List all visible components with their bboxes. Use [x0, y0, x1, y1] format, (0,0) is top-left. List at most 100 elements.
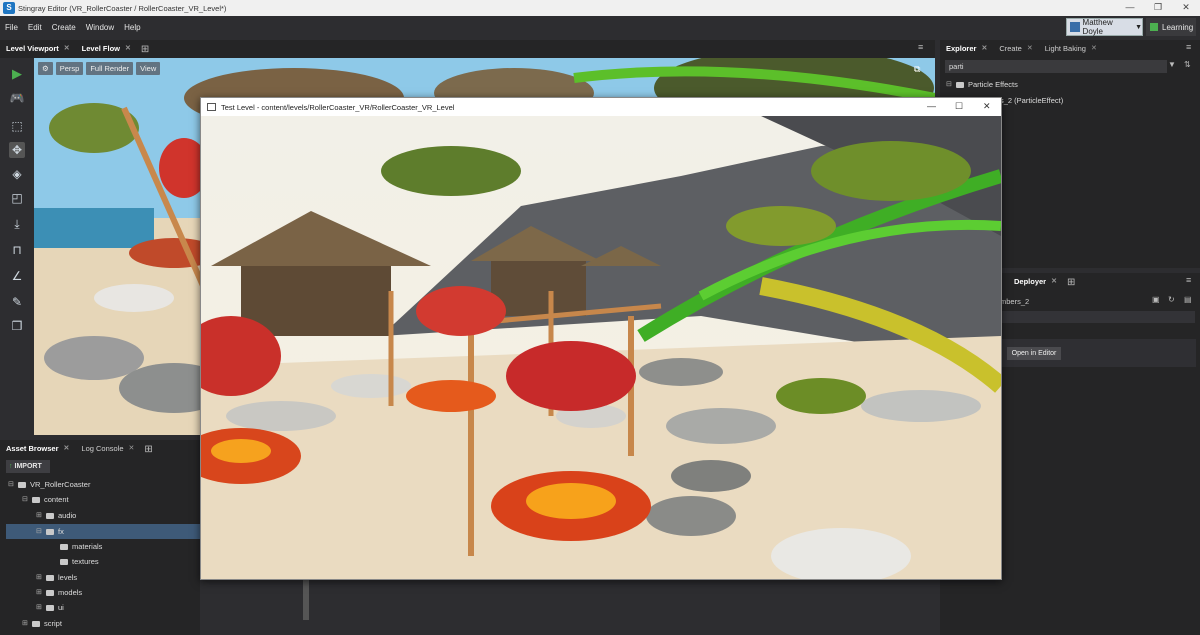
scale-tool-icon[interactable]: ◰ [9, 190, 25, 206]
tree-item-textures[interactable]: textures [50, 554, 99, 569]
test-level-window[interactable]: Test Level - content/levels/RollerCoaste… [200, 97, 1002, 580]
user-avatar-icon [1070, 22, 1080, 32]
close-tab-icon[interactable]: ✕ [981, 40, 987, 58]
tree-item-label: materials [72, 542, 103, 551]
collapse-icon[interactable]: ⊟ [22, 492, 30, 507]
tree-item-label: models [58, 588, 83, 597]
tree-item-script[interactable]: ⊞ script [22, 616, 62, 631]
minimize-icon[interactable]: — [1116, 0, 1144, 16]
collapse-icon[interactable]: ⊟ [8, 477, 16, 492]
expand-icon[interactable]: ⊞ [36, 570, 44, 585]
maximize-viewport-icon[interactable]: ⧉ [914, 64, 920, 75]
tree-item-fx[interactable]: ⊟ fx [36, 524, 64, 539]
save-icon[interactable]: ▣ [1152, 295, 1160, 304]
menu-window[interactable]: Window [81, 23, 119, 32]
menu-help[interactable]: Help [119, 23, 145, 32]
tree-item-label: script [44, 619, 62, 628]
place-tool-icon[interactable]: ⤓ [9, 216, 25, 232]
tree-item-label: textures [72, 557, 99, 566]
menu-create[interactable]: Create [47, 23, 81, 32]
maximize-icon[interactable]: ❐ [1144, 0, 1172, 16]
explorer-item-particle-effects[interactable]: ⊟ Particle Effects [946, 77, 1018, 92]
add-tab-icon[interactable]: ⊞ [1063, 277, 1079, 288]
folder-open-icon[interactable]: ▤ [1184, 295, 1192, 304]
close-tab-icon[interactable]: ✕ [125, 40, 131, 58]
tree-item-content[interactable]: ⊟ content [22, 492, 69, 507]
learning-button[interactable]: Learning [1146, 18, 1196, 36]
tab-level-viewport[interactable]: Level Viewport ✕ [0, 40, 76, 58]
tab-label: Light Baking [1044, 44, 1086, 53]
paint-tool-icon[interactable]: ✎ [9, 294, 25, 310]
cube-tool-icon[interactable]: ❒ [9, 318, 25, 334]
tree-item-vr-rollercoaster[interactable]: ⊟ VR_RollerCoaster [8, 477, 90, 492]
close-tab-icon[interactable]: ✕ [129, 440, 135, 458]
tree-item-ui[interactable]: ⊞ ui [36, 600, 64, 615]
angle-tool-icon[interactable]: ∠ [9, 268, 25, 284]
expand-icon[interactable]: ⊞ [22, 616, 30, 631]
move-tool-icon[interactable]: ✥ [9, 142, 25, 158]
menu-file[interactable]: File [0, 23, 23, 32]
sort-icon[interactable]: ⇅ [1184, 60, 1191, 69]
tree-item-materials[interactable]: materials [50, 539, 102, 554]
deployer-field[interactable]: mbers_2 [1000, 295, 1130, 308]
play-icon[interactable]: ▶ [9, 66, 25, 82]
rotate-tool-icon[interactable]: ◈ [9, 166, 25, 182]
user-account-button[interactable]: Matthew Doyle ▼ [1066, 18, 1143, 36]
add-tab-icon[interactable]: ⊞ [137, 44, 153, 55]
add-tab-icon[interactable]: ⊞ [140, 444, 156, 455]
view-button[interactable]: View [136, 62, 161, 75]
explorer-search-input[interactable]: parti [945, 60, 1167, 73]
refresh-icon[interactable]: ↻ [1168, 295, 1175, 304]
scrollbar[interactable] [303, 580, 309, 620]
learning-label: Learning [1162, 22, 1194, 32]
tab-explorer[interactable]: Explorer ✕ [940, 40, 993, 58]
menu-edit[interactable]: Edit [23, 23, 47, 32]
expand-icon[interactable]: ⊞ [36, 585, 44, 600]
snap-tool-icon[interactable]: ⊓ [9, 242, 25, 258]
tab-label: Deployer [1014, 277, 1047, 286]
close-tab-icon[interactable]: ✕ [64, 440, 70, 458]
full-render-button[interactable]: Full Render [86, 62, 134, 75]
tree-item-models[interactable]: ⊞ models [36, 585, 82, 600]
tree-item-label: levels [58, 573, 78, 582]
collapse-icon[interactable]: ⊟ [36, 524, 44, 539]
close-icon[interactable]: ✕ [983, 101, 991, 112]
maximize-icon[interactable]: ☐ [955, 101, 963, 112]
import-button[interactable]: ↑ IMPORT [6, 460, 50, 473]
window-title-bar: S Stingray Editor (VR_RollerCoaster / Ro… [0, 0, 1200, 16]
tab-asset-browser[interactable]: Asset Browser ✕ [0, 440, 75, 458]
expand-icon[interactable]: ⊞ [36, 600, 44, 615]
select-tool-icon[interactable]: ⬚ [9, 118, 25, 134]
tree-item-audio[interactable]: ⊞ audio [36, 508, 76, 523]
viewport-settings-icon[interactable]: ⚙ [38, 62, 53, 75]
expand-icon[interactable]: ⊞ [36, 508, 44, 523]
test-level-render[interactable] [201, 116, 1001, 579]
tab-level-flow[interactable]: Level Flow ✕ [76, 40, 137, 58]
tree-item-levels[interactable]: ⊞ levels [36, 570, 77, 585]
minimize-icon[interactable]: — [927, 101, 936, 111]
close-tab-icon[interactable]: ✕ [1051, 273, 1057, 291]
close-tab-icon[interactable]: ✕ [1091, 40, 1097, 58]
tab-create[interactable]: Create ✕ [993, 40, 1038, 58]
tab-deployer[interactable]: Deployer ✕ [1008, 273, 1063, 291]
filter-icon[interactable]: ▼ [1168, 60, 1176, 69]
menu-bar: File Edit Create Window Help Matthew Doy… [0, 16, 1200, 38]
open-in-editor-button[interactable]: Open in Editor [1007, 347, 1061, 360]
folder-icon [18, 481, 26, 488]
close-tab-icon[interactable]: ✕ [64, 40, 70, 58]
tree-item-label: audio [58, 511, 77, 520]
panel-menu-icon[interactable]: ≡ [918, 42, 923, 52]
tab-label: Level Viewport [6, 44, 59, 53]
gamepad-icon[interactable]: 🎮 [9, 90, 25, 106]
deployer-input[interactable] [1000, 311, 1195, 323]
collapse-icon[interactable]: ⊟ [946, 77, 954, 92]
folder-icon [46, 574, 54, 581]
close-icon[interactable]: ✕ [1172, 0, 1200, 16]
panel-menu-icon[interactable]: ≡ [1186, 42, 1191, 52]
panel-menu-icon[interactable]: ≡ [1186, 275, 1191, 285]
tree-item-label: Particle Effects [968, 80, 1018, 89]
close-tab-icon[interactable]: ✕ [1027, 40, 1033, 58]
tab-light-baking[interactable]: Light Baking ✕ [1039, 40, 1103, 58]
persp-button[interactable]: Persp [55, 62, 84, 75]
tab-log-console[interactable]: Log Console ✕ [75, 440, 140, 458]
